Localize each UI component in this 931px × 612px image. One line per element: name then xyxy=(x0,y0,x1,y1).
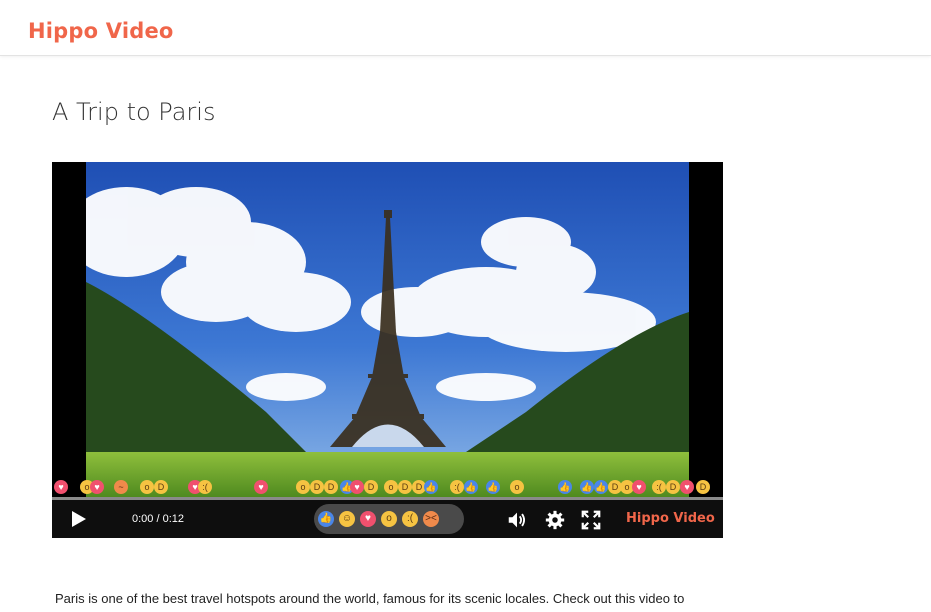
haha-reaction-button[interactable]: ☺ xyxy=(339,511,355,527)
reaction-picker: 👍 ☺ ♥ o :( >< xyxy=(314,504,464,534)
heart-icon: ♥ xyxy=(680,480,694,494)
heart-icon: ♥ xyxy=(54,480,68,494)
haha-face-icon: D xyxy=(398,480,412,494)
video-description: Paris is one of the best travel hotspots… xyxy=(55,591,685,606)
haha-face-icon: D xyxy=(364,480,378,494)
like-reaction-button[interactable]: 👍 xyxy=(318,511,334,527)
control-bar: 0:00 / 0:12 👍 ☺ ♥ o :( >< Hippo Video xyxy=(52,500,723,538)
sad-face-icon: :( xyxy=(198,480,212,494)
video-frame[interactable] xyxy=(86,162,689,497)
love-reaction-button[interactable]: ♥ xyxy=(360,511,376,527)
haha-face-icon: D xyxy=(310,480,324,494)
play-button[interactable] xyxy=(72,511,86,527)
heart-icon: ♥ xyxy=(90,480,104,494)
angry-face-icon: ~ xyxy=(114,480,128,494)
like-icon: 👍 xyxy=(580,480,594,494)
angry-reaction-button[interactable]: >< xyxy=(423,511,439,527)
haha-face-icon: D xyxy=(696,480,710,494)
volume-icon[interactable] xyxy=(506,509,528,531)
player-logo[interactable]: Hippo Video xyxy=(626,511,715,526)
brand-logo-text: Hippo Video xyxy=(28,19,174,43)
sad-reaction-button[interactable]: :( xyxy=(402,511,418,527)
haha-face-icon: D xyxy=(666,480,680,494)
like-icon: 👍 xyxy=(464,480,478,494)
wow-reaction-button[interactable]: o xyxy=(381,511,397,527)
sad-face-icon: :( xyxy=(450,480,464,494)
haha-face-icon: D xyxy=(324,480,338,494)
wow-face-icon: o xyxy=(296,480,310,494)
like-icon: 👍 xyxy=(558,480,572,494)
gear-icon[interactable] xyxy=(544,509,566,531)
wow-face-icon: o xyxy=(140,480,154,494)
heart-icon: ♥ xyxy=(254,480,268,494)
page-title: A Trip to Paris xyxy=(52,98,216,126)
like-icon: 👍 xyxy=(486,480,500,494)
heart-icon: ♥ xyxy=(350,480,364,494)
sad-face-icon: :( xyxy=(652,480,666,494)
fullscreen-icon[interactable] xyxy=(580,509,602,531)
like-icon: 👍 xyxy=(424,480,438,494)
time-display: 0:00 / 0:12 xyxy=(132,513,184,525)
wow-face-icon: o xyxy=(510,480,524,494)
heart-icon: ♥ xyxy=(632,480,646,494)
top-bar: Hippo Video xyxy=(0,0,931,56)
eiffel-tower-scene xyxy=(86,162,689,497)
video-player[interactable]: ♥ o ♥ ~ o D ♥ :( ♥ o D D 👍 ♥ D o D D 👍 :… xyxy=(52,162,723,538)
brand-logo[interactable]: Hippo Video xyxy=(28,9,174,43)
haha-face-icon: D xyxy=(154,480,168,494)
wow-face-icon: o xyxy=(384,480,398,494)
like-icon: 👍 xyxy=(594,480,608,494)
